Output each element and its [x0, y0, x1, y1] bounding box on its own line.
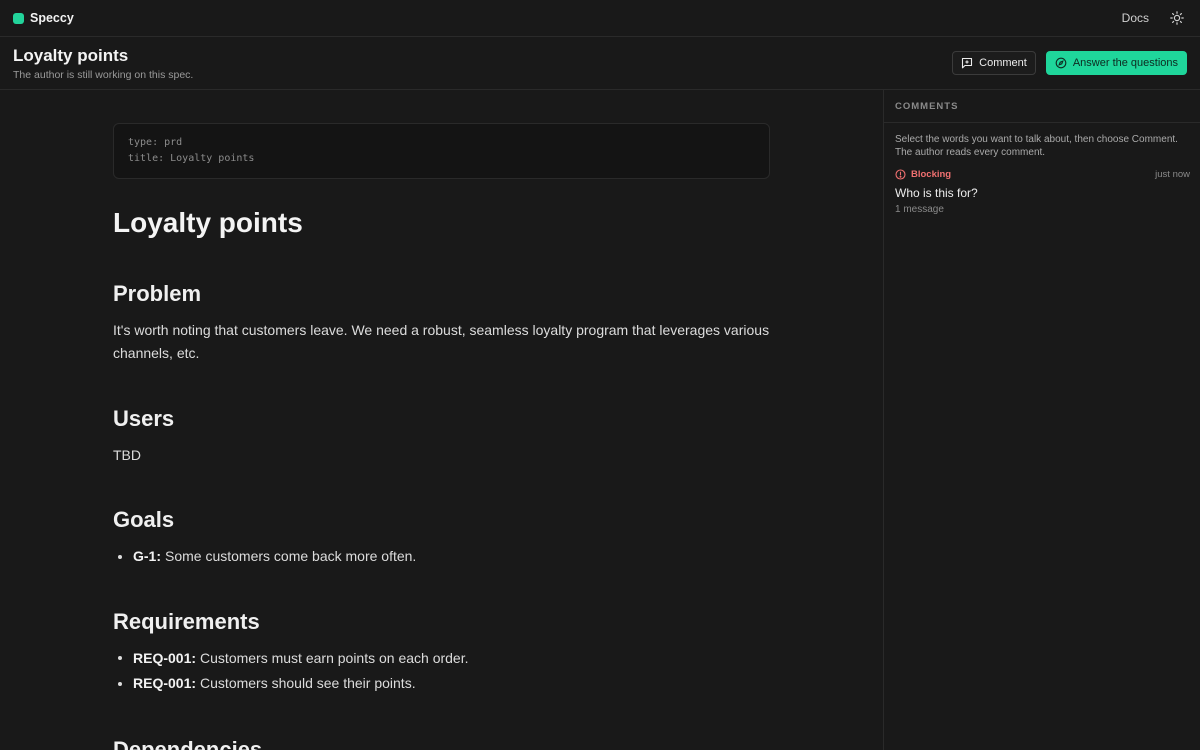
brand[interactable]: Speccy — [13, 11, 74, 25]
blocking-label: Blocking — [911, 169, 952, 180]
document-content: type: prd title: Loyalty points Loyalty … — [113, 123, 770, 750]
comments-heading: COMMENTS — [884, 90, 1200, 123]
list-item: G-1: Some customers come back more often… — [118, 544, 770, 570]
blocking-badge: Blocking — [895, 169, 951, 180]
goal-id: G-1: — [133, 548, 161, 564]
comments-sidebar: COMMENTS Select the words you want to ta… — [883, 90, 1200, 750]
docs-link[interactable]: Docs — [1122, 11, 1149, 25]
requirement-text: Customers should see their points. — [200, 675, 416, 691]
bullet-icon — [118, 656, 122, 661]
frontmatter-line: type: prd — [128, 137, 183, 148]
bullet-icon — [118, 681, 122, 686]
list-item: REQ-001: Customers should see their poin… — [118, 671, 770, 697]
compass-icon — [1055, 57, 1067, 69]
top-bar: Speccy Docs — [0, 0, 1200, 37]
thread-title: Who is this for? — [895, 186, 978, 200]
document-pane: type: prd title: Loyalty points Loyalty … — [0, 90, 883, 750]
comment-thread[interactable]: Blocking just now Who is this for? 1 mes… — [884, 159, 1200, 215]
frontmatter-line: title: Loyalty points — [128, 153, 255, 164]
thread-message-count: 1 message — [895, 204, 944, 215]
section-heading-goals: Goals — [113, 507, 175, 532]
comment-button-label: Comment — [979, 57, 1027, 69]
comment-icon — [962, 57, 973, 69]
brand-logo-icon — [13, 12, 24, 24]
goals-list: G-1: Some customers come back more often… — [113, 544, 770, 570]
alert-circle-icon — [895, 169, 906, 180]
list-item: REQ-001: Customers must earn points on e… — [118, 646, 770, 672]
section-heading-dependencies: Dependencies — [113, 736, 263, 750]
sun-icon — [1170, 11, 1184, 25]
requirements-list: REQ-001: Customers must earn points on e… — [113, 646, 770, 697]
answer-button-label: Answer the questions — [1072, 57, 1178, 69]
users-text: TBD — [113, 447, 141, 463]
section-heading-users: Users — [113, 406, 175, 431]
comment-button[interactable]: Comment — [952, 51, 1036, 75]
answer-questions-button[interactable]: Answer the questions — [1045, 51, 1187, 75]
brand-name: Speccy — [30, 11, 74, 25]
requirement-text: Customers must earn points on each order… — [200, 649, 469, 666]
thread-timestamp: just now — [1155, 169, 1190, 180]
bullet-icon — [118, 554, 122, 559]
document-title: Loyalty points — [113, 207, 303, 238]
comments-hint: Select the words you want to talk about,… — [895, 134, 1178, 158]
problem-text: It's worth noting that customers leave. … — [113, 322, 770, 361]
frontmatter-block: type: prd title: Loyalty points — [113, 123, 770, 179]
requirement-id: REQ-001: — [133, 649, 197, 666]
theme-toggle-button[interactable] — [1169, 10, 1185, 26]
section-heading-problem: Problem — [113, 281, 202, 306]
section-heading-requirements: Requirements — [113, 608, 260, 634]
page-header: Loyalty points The author is still worki… — [0, 37, 1200, 90]
requirement-id: REQ-001: — [133, 675, 197, 691]
goal-text: Some customers come back more often. — [165, 548, 417, 564]
